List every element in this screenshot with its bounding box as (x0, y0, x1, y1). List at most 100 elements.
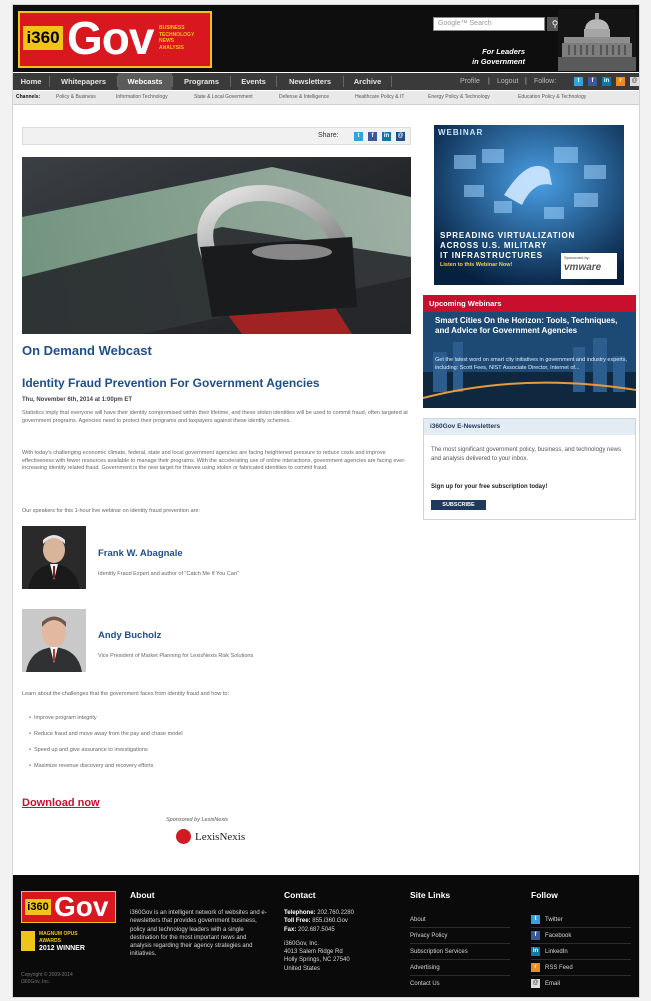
footer-follow-email[interactable]: Email (545, 980, 560, 988)
footer-link-advertising[interactable]: Advertising (410, 964, 440, 972)
footer-link-privacy[interactable]: Privacy Policy (410, 932, 447, 940)
share-bar: Share: t f in @ (22, 127, 411, 145)
logo-word: Gov (67, 12, 154, 64)
newsletter-desc: The most significant government policy, … (431, 447, 621, 462)
vmware-logo: Sponsored by: vmware (561, 253, 617, 279)
logout-link[interactable]: Logout (497, 73, 518, 90)
logo-number: i360 (23, 26, 63, 50)
award-badge-icon (21, 931, 35, 951)
webcast-title: Identity Fraud Prevention For Government… (22, 376, 320, 390)
twitter-icon[interactable]: t (574, 77, 583, 86)
speaker-photo-bucholz (22, 609, 86, 672)
search-input[interactable]: Google™ Search (433, 17, 545, 31)
learn-intro: Learn about the challenges that the gove… (22, 691, 229, 697)
footer-about-text: i360Gov is an intelligent network of web… (130, 910, 267, 958)
site-header: i360 Gov BUSINESS TECHNOLOGY NEWS ANALYS… (13, 5, 639, 72)
footer-logo[interactable]: i360 Gov (21, 891, 116, 923)
channels-bar: Channels: Policy & Business Information … (13, 91, 639, 105)
nav-events[interactable]: Events (231, 73, 276, 90)
footer-contact-heading: Contact (284, 890, 316, 900)
speaker-name[interactable]: Frank W. Abagnale (98, 548, 183, 560)
newsletter-box: i360Gov E-Newsletters The most significa… (423, 418, 636, 520)
list-item: • Speed up and give assurance to investi… (29, 747, 148, 753)
nav-archive[interactable]: Archive (344, 73, 391, 90)
linkedin-icon[interactable]: in (602, 77, 611, 86)
channel-energy[interactable]: Energy Policy & Technology (428, 91, 490, 104)
footer-follow-heading: Follow (531, 890, 558, 900)
copyright: Copyright © 2009-2014 i360Gov, Inc. (21, 972, 73, 985)
speakers-intro: Our speakers for this 1-hour live webina… (22, 508, 200, 514)
award-text: MAGNUM OPUS AWARDS 2012 WINNER (39, 931, 85, 952)
ad-label: WEBINAR (438, 128, 484, 137)
speaker-role: Vice President of Market Planning for Le… (98, 653, 254, 659)
site-footer: i360 Gov MAGNUM OPUS AWARDS 2012 WINNER … (13, 875, 639, 997)
intro-paragraph-2: With today's challenging economic climat… (22, 450, 406, 471)
share-twitter-icon[interactable]: t (354, 132, 363, 141)
hero-image-padlock (22, 157, 411, 334)
follow-label: Follow: (534, 78, 557, 85)
webcast-date: Thu, November 6th, 2014 at 1:00pm ET (22, 397, 133, 403)
footer-follow-linkedin[interactable]: LinkedIn (545, 948, 568, 956)
share-linkedin-icon[interactable]: in (382, 132, 391, 141)
upcoming-webinars-box[interactable]: Upcoming Webinars Smart Cities On the Ho… (423, 295, 636, 408)
section-heading: On Demand Webcast (22, 343, 152, 358)
footer-linkedin-icon[interactable]: in (531, 947, 540, 956)
footer-contact-info: Telephone: 202.760.2280 Toll Free: 855.i… (284, 910, 354, 972)
footer-follow-rss[interactable]: RSS Feed (545, 964, 573, 972)
share-facebook-icon[interactable]: f (368, 132, 377, 141)
ad-headline: SPREADING VIRTUALIZATION ACROSS U.S. MIL… (440, 231, 576, 260)
share-label: Share: (318, 132, 339, 139)
email-icon[interactable]: @ (630, 77, 639, 86)
intro-paragraph-1: Statistics imply that everyone will have… (22, 410, 408, 424)
nav-webcasts[interactable]: Webcasts (118, 73, 172, 90)
download-now-link[interactable]: Download now (22, 796, 100, 810)
list-item: • Reduce fraud and move away from the pa… (29, 731, 183, 737)
rss-icon[interactable]: r (616, 77, 625, 86)
lexisnexis-logo[interactable]: LexisNexis (176, 828, 266, 846)
nav-home[interactable]: Home (13, 73, 49, 90)
footer-link-contact[interactable]: Contact Us (410, 980, 440, 988)
upcoming-webinar-title[interactable]: Smart Cities On the Horizon: Tools, Tech… (435, 316, 630, 336)
channels-label: Channels: (16, 94, 41, 100)
site-logo[interactable]: i360 Gov BUSINESS TECHNOLOGY NEWS ANALYS… (18, 11, 212, 68)
profile-link[interactable]: Profile (460, 73, 480, 90)
nav-newsletters[interactable]: Newsletters (277, 73, 343, 90)
upcoming-webinar-desc: Get the latest word on smart city initia… (435, 357, 627, 371)
footer-sitelinks-heading: Site Links (410, 890, 451, 900)
capitol-building-image (558, 9, 636, 71)
speaker-name[interactable]: Andy Bucholz (98, 630, 161, 642)
speaker-role: Identity Fraud Expert and author of "Cat… (98, 571, 239, 577)
footer-about-heading: About (130, 890, 155, 900)
footer-email-icon[interactable]: @ (531, 979, 540, 988)
newsletter-heading: i360Gov E-Newsletters (424, 419, 635, 435)
facebook-icon[interactable]: f (588, 77, 597, 86)
list-item: • Maximize revenue discovery and recover… (29, 763, 154, 769)
channel-policy[interactable]: Policy & Business (56, 91, 96, 104)
nav-programs[interactable]: Programs (173, 73, 230, 90)
ad-cta: Listen to this Webinar Now! (440, 262, 513, 268)
subscribe-button[interactable]: SUBSCRIBE (431, 500, 486, 510)
footer-follow-twitter[interactable]: Twitter (545, 916, 563, 924)
logo-tagline: BUSINESS TECHNOLOGY NEWS ANALYSIS (159, 25, 195, 51)
list-item: • Improve program integrity (29, 715, 97, 721)
share-email-icon[interactable]: @ (396, 132, 405, 141)
nav-whitepapers[interactable]: Whitepapers (50, 73, 117, 90)
footer-twitter-icon[interactable]: t (531, 915, 540, 924)
sponsored-by: Sponsored by LexisNexis (166, 817, 229, 823)
page: i360 Gov BUSINESS TECHNOLOGY NEWS ANALYS… (12, 4, 640, 998)
footer-follow-facebook[interactable]: Facebook (545, 932, 571, 940)
footer-link-about[interactable]: About (410, 916, 426, 924)
webinar-ad[interactable]: WEBINAR SPREADING VIRTUALIZATION ACROSS … (434, 125, 624, 285)
channel-it[interactable]: Information Technology (116, 91, 168, 104)
channel-state-local[interactable]: State & Local Government (194, 91, 253, 104)
newsletter-signup-text: Sign up for your free subscription today… (431, 484, 548, 490)
footer-link-subscription[interactable]: Subscription Services (410, 948, 468, 956)
footer-rss-icon[interactable]: r (531, 963, 540, 972)
header-slogan: For Leaders in Government (472, 47, 525, 66)
channel-healthcare[interactable]: Healthcare Policy & IT (355, 91, 404, 104)
upcoming-webinars-heading: Upcoming Webinars (423, 295, 636, 312)
speaker-photo-abagnale (22, 526, 86, 589)
channel-education[interactable]: Education Policy & Technology (518, 91, 586, 104)
channel-defense[interactable]: Defense & Intelligence (279, 91, 329, 104)
footer-facebook-icon[interactable]: f (531, 931, 540, 940)
